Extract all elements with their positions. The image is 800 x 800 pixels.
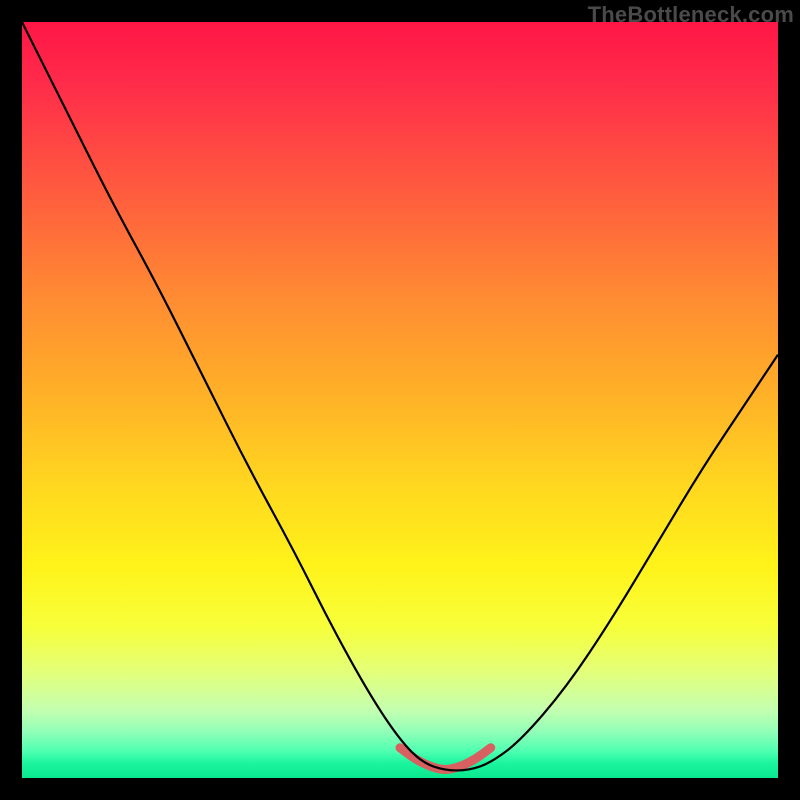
chart-frame: TheBottleneck.com [0,0,800,800]
bottleneck-curve [22,22,778,770]
watermark-text: TheBottleneck.com [588,2,794,28]
chart-svg [22,22,778,778]
plot-area [22,22,778,778]
